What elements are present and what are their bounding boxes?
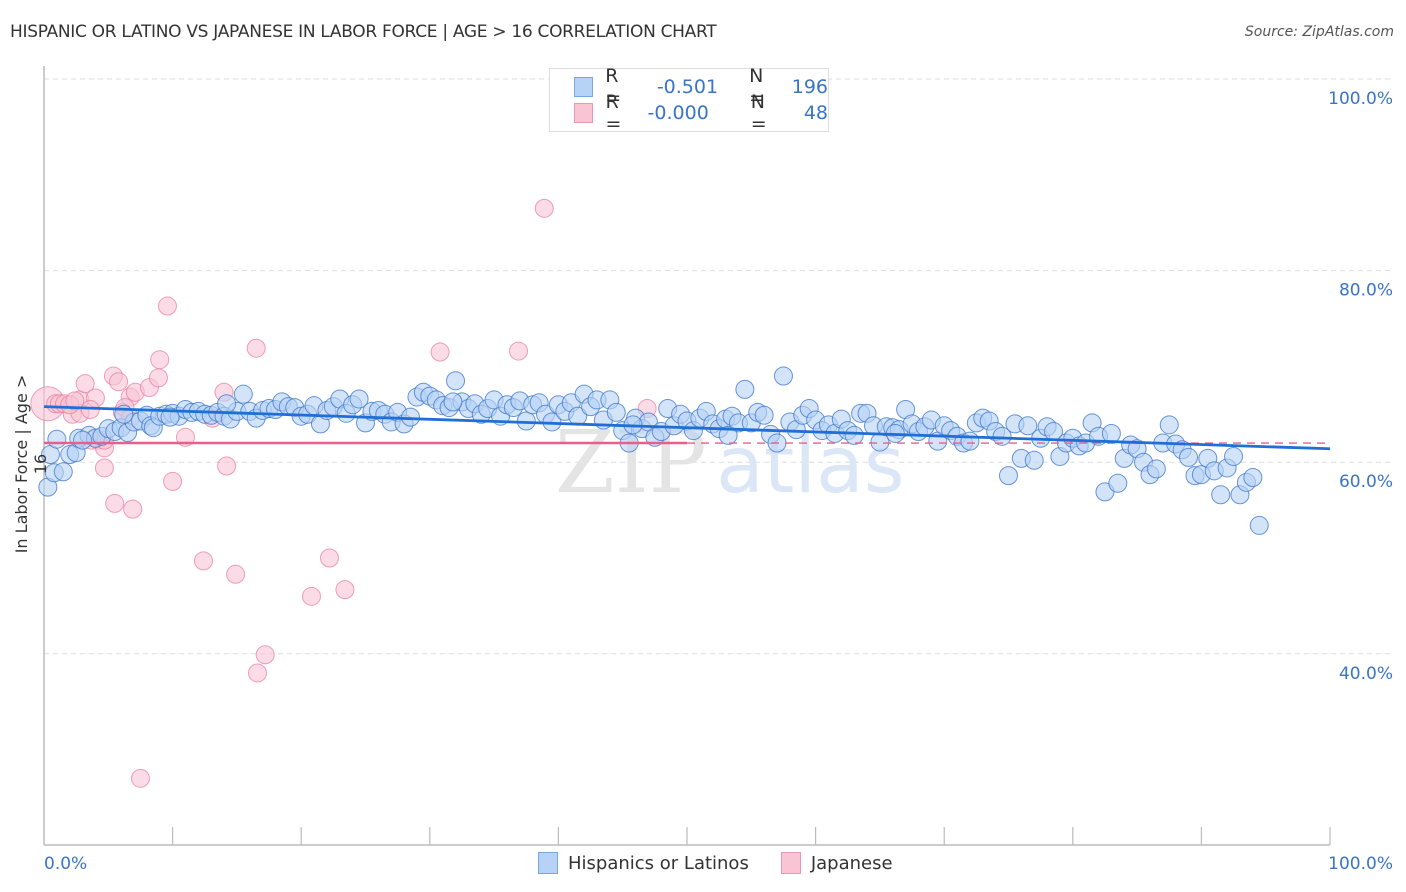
hispanic-point [1146, 459, 1166, 479]
japanese-point [163, 471, 183, 491]
japanese-point [94, 458, 114, 478]
japanese-point [217, 456, 237, 476]
japanese-point [130, 768, 150, 788]
hispanic-point [1179, 447, 1199, 467]
legend-row-japanese: R = -0.000 N = 48 [574, 91, 828, 135]
japanese-point [247, 663, 267, 683]
hispanic-point [1211, 485, 1231, 505]
r-label: R = [605, 91, 622, 135]
legend-swatch-pink [574, 103, 594, 123]
hispanic-point [844, 425, 864, 445]
japanese-point [157, 296, 177, 316]
n-label: N = [750, 91, 767, 135]
japanese-point [123, 499, 143, 519]
japanese-point [105, 493, 125, 513]
y-tick-label: 80.0% [1339, 281, 1393, 301]
japanese-point [150, 350, 170, 370]
y-tick-label: 60.0% [1339, 472, 1393, 492]
legend-label: Hispanics or Latinos [568, 852, 749, 874]
legend-swatch-blue [538, 852, 558, 874]
japanese-point [255, 645, 275, 665]
legend-item-japanese[interactable]: Japanese [780, 852, 893, 874]
hispanic-point [446, 371, 466, 391]
hispanic-point [999, 466, 1018, 486]
hispanic-point [606, 402, 626, 422]
hispanic-point [773, 366, 793, 386]
japanese-point [534, 198, 554, 218]
legend-swatch-pink [780, 852, 801, 874]
hispanic-point [960, 431, 980, 451]
hispanic-point [73, 430, 93, 450]
japanese-point [246, 338, 266, 358]
japanese-point [109, 372, 129, 392]
japanese-point [148, 368, 168, 388]
hispanic-point [47, 429, 67, 449]
x-tick-label: 0.0% [44, 854, 87, 874]
hispanic-point [443, 392, 463, 412]
y-tick-label: 40.0% [1339, 664, 1393, 684]
grid-lines [44, 78, 1392, 655]
correlation-legend: R = -0.501 N = 196 R = -0.000 N = 48 [549, 65, 829, 135]
series-legend: Hispanics or Latinos Japanese [538, 852, 925, 874]
y-axis-label: In Labor Force | Age > 16 [12, 374, 50, 554]
legend-label: Japanese [810, 852, 893, 874]
hispanic-point [1101, 423, 1121, 443]
hispanic-point [53, 462, 73, 482]
japanese-point [193, 551, 213, 571]
hispanic-point [754, 405, 774, 425]
japanese-point [301, 586, 321, 606]
japanese-point [319, 548, 339, 568]
hispanic-point [233, 384, 253, 404]
hispanic-point [217, 394, 237, 414]
n-value: 196 [791, 76, 828, 98]
japanese-point [226, 564, 246, 584]
r-value: -0.501 [656, 76, 719, 98]
hispanic-point [1108, 473, 1128, 493]
legend-item-hispanic[interactable]: Hispanics or Latinos [538, 852, 749, 874]
japanese-point [430, 342, 450, 362]
japanese-point [509, 341, 529, 361]
hispanic-point [735, 379, 755, 399]
scatter-plot: ZIP atlas 100.0%80.0%60.0%40.0%0.0% 100.0… [30, 66, 1393, 874]
japanese-point [335, 580, 355, 600]
y-tick-label: 100.0% [1328, 89, 1393, 109]
hispanic-point [1249, 515, 1269, 535]
hispanic-point [1243, 468, 1263, 488]
r-value: -0.000 [647, 102, 709, 124]
legend-swatch-blue [574, 77, 594, 97]
n-value: 48 [803, 102, 828, 124]
hispanic-point [1224, 446, 1244, 466]
hispanic-point [1159, 415, 1179, 435]
hispanic-point [1024, 450, 1044, 470]
x-tick-label: 100.0% [1328, 854, 1393, 874]
